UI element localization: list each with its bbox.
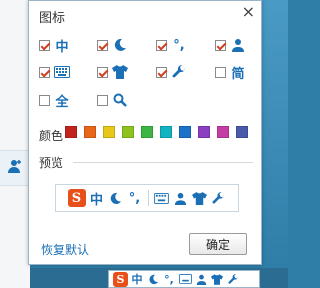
wrench-icon[interactable] [226,272,240,286]
shirt-icon[interactable] [210,272,224,286]
ok-button[interactable]: 确定 [189,233,247,255]
dialog-title: 图标 [39,11,66,26]
user-icon [173,190,189,206]
punctuation-icon: °, [173,37,185,53]
separator [147,190,149,206]
search-icon [112,92,128,108]
moon-icon [108,190,124,206]
zh-char-icon: 中 [89,192,103,208]
keyboard-icon [54,64,70,80]
preview-toolbar: S 中 °, [55,184,239,212]
option-skin[interactable] [97,64,128,80]
option-tools[interactable] [156,64,187,80]
color-swatch-red[interactable] [65,126,77,138]
option-chinese-mode[interactable]: 中 [39,37,70,55]
color-swatch-orange[interactable] [84,126,96,138]
checkbox[interactable] [39,66,50,78]
background-app-sidebar [0,0,30,288]
shirt-icon [112,64,128,80]
punctuation-icon[interactable]: °, [162,272,176,286]
wrench-icon [211,190,227,206]
close-button[interactable]: × [242,3,255,21]
option-fullwidth-half[interactable] [97,37,128,53]
user-icon [230,37,246,53]
color-swatch-indigo[interactable] [236,126,248,138]
option-account[interactable] [215,37,246,53]
color-swatch-yellow[interactable] [103,126,115,138]
checkbox[interactable] [97,39,108,51]
simplified-char-icon: 简 [231,66,245,82]
moon-icon[interactable] [146,272,160,286]
zh-char-icon: 中 [55,39,69,55]
wrench-icon [171,64,187,80]
checkbox[interactable] [215,66,226,78]
color-swatch-magenta[interactable] [217,126,229,138]
checkbox[interactable] [97,94,108,106]
restore-defaults-link[interactable]: 恢复默认 [41,241,89,258]
keyboard-icon [154,190,170,206]
option-simplified[interactable]: 简 [215,64,246,82]
add-contact-icon [7,158,23,178]
color-swatch-cyan[interactable] [160,126,172,138]
option-fullwidth[interactable]: 全 [39,92,70,110]
background-contact-item[interactable] [0,150,30,186]
checkbox[interactable] [215,39,226,51]
color-swatch-blue[interactable] [179,126,191,138]
icon-settings-dialog: 图标 × 中 °, 简 全 颜色 预览 S 中 °, 恢复默认 确定 [28,0,262,265]
color-swatch-green[interactable] [141,126,153,138]
color-label: 颜色 [39,129,64,143]
sogou-logo-icon[interactable]: S [113,271,128,287]
keyboard-icon[interactable] [178,272,192,286]
fullwidth-char-icon: 全 [55,94,69,110]
preview-label: 预览 [39,156,64,170]
checkbox[interactable] [39,39,50,51]
sogou-logo-icon: S [67,189,86,207]
moon-icon [112,37,128,53]
checkbox[interactable] [156,66,167,78]
option-soft-keyboard[interactable] [39,64,70,80]
zh-char-icon[interactable]: 中 [130,272,144,286]
checkbox[interactable] [156,39,167,51]
checkbox[interactable] [97,66,108,78]
option-punctuation[interactable]: °, [156,37,187,53]
checkbox[interactable] [39,94,50,106]
color-swatch-purple[interactable] [198,126,210,138]
shirt-icon [192,190,208,206]
divider [73,162,253,163]
ime-status-bar[interactable]: S 中 °, [108,270,260,288]
punctuation-icon: °, [128,190,141,206]
color-swatch-lime[interactable] [122,126,134,138]
option-search[interactable] [97,92,128,108]
user-icon[interactable] [194,272,208,286]
